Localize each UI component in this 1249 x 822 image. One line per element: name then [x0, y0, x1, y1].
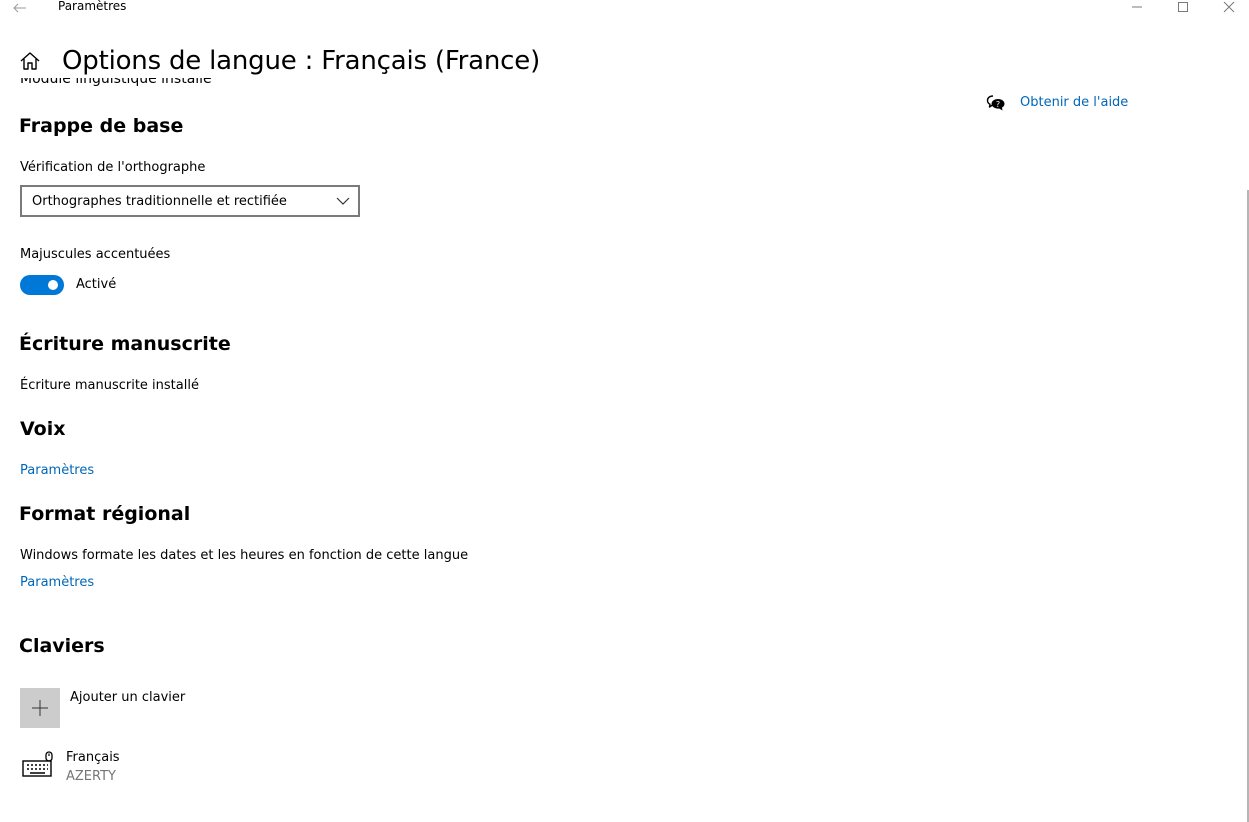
- keyboard-icon: [22, 751, 53, 777]
- get-help-link[interactable]: Obtenir de l'aide: [1020, 94, 1128, 112]
- spellcheck-dropdown-value: Orthographes traditionnelle et rectifiée: [32, 193, 287, 209]
- plus-icon: [32, 700, 48, 716]
- section-title-keyboards: Claviers: [19, 635, 105, 657]
- add-keyboard-button[interactable]: [20, 688, 60, 728]
- home-button[interactable]: [18, 49, 42, 73]
- title-bar: Paramètres: [0, 0, 1249, 32]
- handwriting-status: Écriture manuscrite installé: [20, 378, 199, 393]
- spellcheck-label: Vérification de l'orthographe: [20, 160, 206, 175]
- back-button[interactable]: [0, 0, 40, 16]
- settings-content: Module linguistique installé Frappe de b…: [0, 78, 960, 822]
- page-title: Options de langue : Français (France): [62, 46, 541, 76]
- regional-format-description: Windows formate les dates et les heures …: [20, 548, 469, 563]
- svg-text:?: ?: [996, 100, 1000, 109]
- toggle-knob: [48, 280, 58, 290]
- close-button[interactable]: [1206, 0, 1249, 14]
- minimize-button[interactable]: [1114, 0, 1160, 14]
- keyboard-layout-name: AZERTY: [66, 769, 116, 784]
- chevron-down-icon: [336, 197, 350, 205]
- home-icon: [20, 52, 40, 70]
- minimize-icon: [1132, 6, 1142, 8]
- keyboard-language-name: Français: [66, 750, 120, 765]
- close-icon: [1223, 1, 1235, 13]
- accented-caps-toggle[interactable]: [20, 275, 64, 295]
- section-title-basic-typing: Frappe de base: [19, 115, 184, 137]
- app-title: Paramètres: [58, 0, 127, 13]
- speech-settings-link[interactable]: Paramètres: [20, 462, 94, 480]
- maximize-button[interactable]: [1160, 0, 1206, 14]
- section-title-regional-format: Format régional: [19, 503, 191, 525]
- language-pack-status: Module linguistique installé: [20, 78, 212, 87]
- settings-window: Paramètres Options de langue : Français …: [0, 0, 1249, 822]
- accented-caps-state: Activé: [76, 277, 117, 292]
- section-title-speech: Voix: [20, 418, 66, 440]
- maximize-icon: [1178, 2, 1188, 12]
- help-chat-icon: ?: [986, 95, 1005, 111]
- regional-format-settings-link[interactable]: Paramètres: [20, 574, 94, 592]
- section-title-handwriting: Écriture manuscrite: [19, 333, 231, 355]
- add-keyboard-label[interactable]: Ajouter un clavier: [70, 689, 185, 707]
- back-arrow-icon: [13, 3, 26, 13]
- spellcheck-dropdown[interactable]: Orthographes traditionnelle et rectifiée: [20, 185, 360, 217]
- accented-caps-label: Majuscules accentuées: [20, 247, 171, 262]
